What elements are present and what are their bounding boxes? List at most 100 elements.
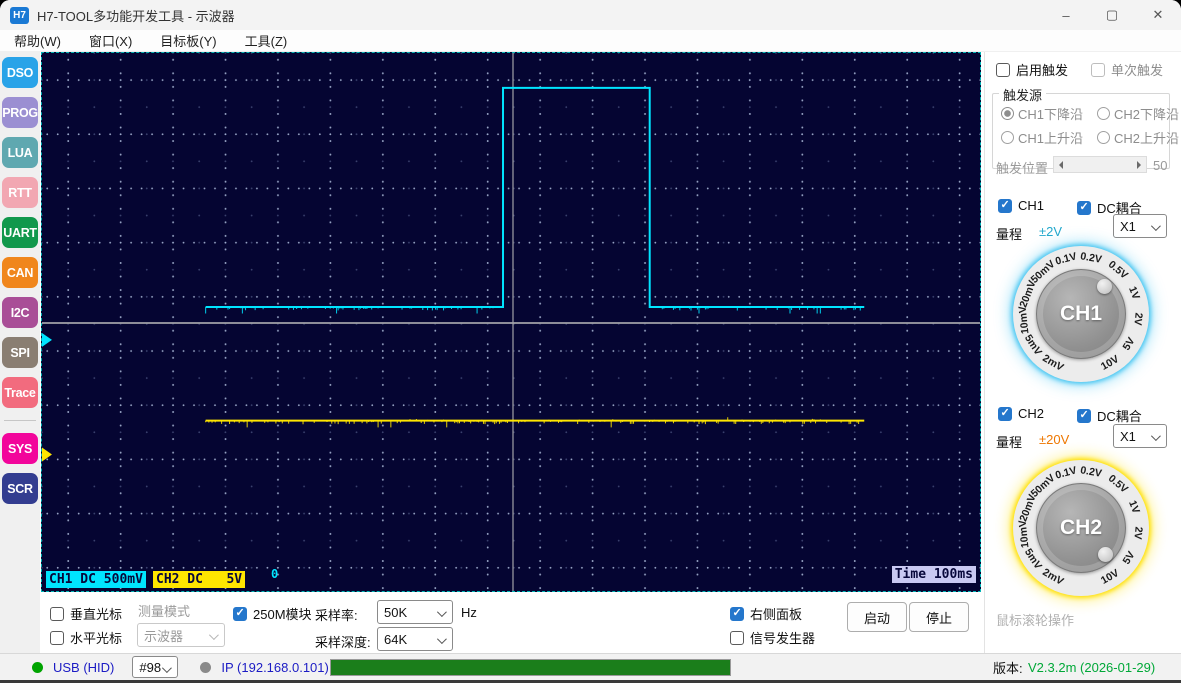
trigger-source-label: CH2上升沿	[1114, 131, 1180, 146]
menu-window[interactable]: 窗口(X)	[75, 30, 146, 51]
vertical-cursor-checkbox[interactable]	[50, 606, 64, 621]
ch2-range-label: 量程	[996, 435, 1023, 450]
ip-status-label: IP (192.168.0.101)	[221, 659, 329, 675]
dial-value-10mV: 10mV	[1016, 305, 1032, 335]
scrollbar-right-arrow-icon[interactable]	[1132, 157, 1146, 172]
trigger-position-scrollbar[interactable]	[1053, 156, 1147, 173]
bottom-controls: 垂直光标 水平光标 测量模式 示波器 250M模块 采样率: 50K	[41, 595, 981, 653]
ch1-level-marker-icon[interactable]	[42, 332, 52, 347]
ch2-knob-cap[interactable]: CH2	[1036, 483, 1126, 573]
dial-value-0.2V: 0.2V	[1079, 250, 1103, 266]
mouse-wheel-hint: 鼠标滚轮操作	[996, 613, 1075, 628]
maximize-icon[interactable]: ▢	[1089, 0, 1135, 30]
version-label: 版本:	[993, 660, 1023, 676]
window-title: H7-TOOL多功能开发工具 - 示波器	[37, 8, 235, 24]
oscilloscope-display[interactable]: CH1 DC 500mV CH2 DC 5V 0 Time 100ms	[41, 52, 981, 592]
enable-trigger-label: 启用触发	[1016, 63, 1069, 78]
trigger-source-title: 触发源	[999, 85, 1047, 104]
sample-depth-select[interactable]: 64K	[377, 627, 453, 651]
sample-rate-unit: Hz	[461, 605, 477, 620]
timebase-readout: Time 100ms	[891, 566, 976, 583]
ch2-coupling-label: DC耦合	[1097, 409, 1142, 424]
measure-mode-label: 测量模式	[138, 604, 191, 619]
menu-target[interactable]: 目标板(Y)	[146, 30, 230, 51]
sidebar-item-i2c[interactable]: I2C	[2, 297, 38, 328]
sample-depth-label: 采样深度:	[315, 635, 371, 650]
device-number-value: #98	[139, 659, 162, 675]
trigger-position-value: 50	[1153, 158, 1168, 173]
right-panel: 启用触发 单次触发 触发源 CH1下降沿 CH2下降沿 CH1上升沿 CH2上升沿 …	[984, 52, 1181, 653]
statusbar: USB (HID) #98 IP (192.168.0.101) 版本: V2.…	[0, 653, 1181, 680]
ch1-coupling-checkbox[interactable]	[1077, 200, 1091, 215]
dial-value-0.1V: 0.1V	[1054, 250, 1079, 268]
module-250m-checkbox[interactable]	[233, 606, 247, 621]
sidebar-item-sys[interactable]: SYS	[2, 433, 38, 464]
sidebar-item-trace[interactable]: Trace	[2, 377, 38, 408]
ch1-enable-label: CH1	[1018, 198, 1045, 213]
ch2-range-value: ±20V	[1039, 432, 1070, 447]
app-window: H7 H7-TOOL多功能开发工具 - 示波器 – ▢ ✕ 帮助(W) 窗口(X)…	[0, 0, 1181, 683]
dial-value-2mV: 2mV	[1039, 352, 1066, 375]
ch2-range-knob[interactable]: 2mV 5mV 10mV 20mV 50mV 0.1V 0.2V 0.5V 1V 2V 5V 10V …	[1013, 460, 1149, 596]
stop-button-label: 停止	[926, 610, 953, 626]
menu-tools[interactable]: 工具(Z)	[231, 30, 302, 51]
radio-icon	[1001, 107, 1014, 120]
trigger-source-label: CH1下降沿	[1018, 107, 1084, 122]
trigger-source-ch1-falling[interactable]: CH1下降沿	[1001, 104, 1083, 123]
ch2-enable-checkbox[interactable]	[998, 406, 1012, 421]
ch2-noise	[205, 417, 860, 428]
waveform-canvas	[42, 53, 980, 591]
sidebar-separator	[4, 420, 36, 421]
start-button[interactable]: 启动	[847, 602, 908, 632]
ch1-probe-mult-value: X1	[1120, 218, 1136, 234]
sidebar-item-uart[interactable]: UART	[2, 217, 38, 248]
sidebar-item-scr[interactable]: SCR	[2, 473, 38, 504]
ch1-probe-mult-select[interactable]: X1	[1113, 214, 1167, 238]
signal-generator-checkbox[interactable]	[730, 630, 744, 645]
sidebar-item-dso[interactable]: DSO	[2, 57, 38, 88]
ch2-level-marker-icon[interactable]	[42, 447, 52, 462]
sidebar-item-lua[interactable]: LUA	[2, 137, 38, 168]
ch2-coupling-checkbox[interactable]	[1077, 408, 1091, 423]
measure-mode-select[interactable]: 示波器	[137, 623, 225, 647]
ch2-probe-mult-select[interactable]: X1	[1113, 424, 1167, 448]
radio-icon	[1097, 131, 1111, 144]
titlebar: H7 H7-TOOL多功能开发工具 - 示波器 – ▢ ✕	[0, 0, 1181, 30]
trigger-source-ch1-rising[interactable]: CH1上升沿	[1001, 128, 1083, 147]
minimize-icon[interactable]: –	[1043, 0, 1089, 30]
trigger-level-readout: 0	[271, 567, 279, 581]
device-number-select[interactable]: #98	[132, 656, 179, 678]
sidebar-item-rtt[interactable]: RTT	[2, 177, 38, 208]
radio-icon	[1001, 131, 1014, 144]
trigger-source-ch2-rising[interactable]: CH2上升沿	[1097, 128, 1179, 147]
ch1-trace	[205, 86, 865, 309]
ch1-range-knob[interactable]: 2mV 5mV 10mV 20mV 50mV 0.1V 0.2V 0.5V 1V 2V 5V 10V …	[1013, 246, 1149, 382]
enable-trigger-checkbox[interactable]	[996, 62, 1010, 77]
close-icon[interactable]: ✕	[1135, 0, 1181, 30]
sidebar-item-spi[interactable]: SPI	[2, 337, 38, 368]
menu-help[interactable]: 帮助(W)	[0, 30, 75, 51]
ch1-enable-checkbox[interactable]	[998, 198, 1012, 213]
stop-button[interactable]: 停止	[909, 602, 970, 632]
ch2-readout: CH2 DC 5V	[153, 571, 246, 588]
sidebar-item-can[interactable]: CAN	[2, 257, 38, 288]
sample-rate-select[interactable]: 50K	[377, 600, 453, 624]
ch1-range-label: 量程	[996, 227, 1023, 242]
version-value: V2.3.2m (2026-01-29)	[1028, 659, 1156, 675]
ch1-knob-cap[interactable]: CH1	[1036, 269, 1126, 359]
radio-icon	[1097, 107, 1111, 120]
horizontal-cursor-checkbox[interactable]	[50, 630, 64, 645]
progress-bar	[330, 659, 731, 676]
measure-mode-value: 示波器	[144, 628, 184, 644]
dial-value-2mV: 2mV	[1039, 566, 1066, 589]
single-trigger-checkbox[interactable]	[1091, 62, 1105, 77]
sidebar: DSO PROG LUA RTT UART CAN I2C SPI Trace SYS SCR	[0, 52, 40, 653]
ch1-knob-label: CH1	[1059, 302, 1102, 325]
trigger-source-ch2-falling[interactable]: CH2下降沿	[1097, 104, 1179, 123]
knob-indicator-dot	[1096, 278, 1112, 294]
scrollbar-left-arrow-icon[interactable]	[1054, 157, 1068, 172]
dial-value-10V: 10V	[1098, 353, 1121, 374]
right-panel-checkbox[interactable]	[730, 606, 744, 621]
sample-rate-label: 采样率:	[315, 608, 358, 623]
sidebar-item-prog[interactable]: PROG	[2, 97, 38, 128]
